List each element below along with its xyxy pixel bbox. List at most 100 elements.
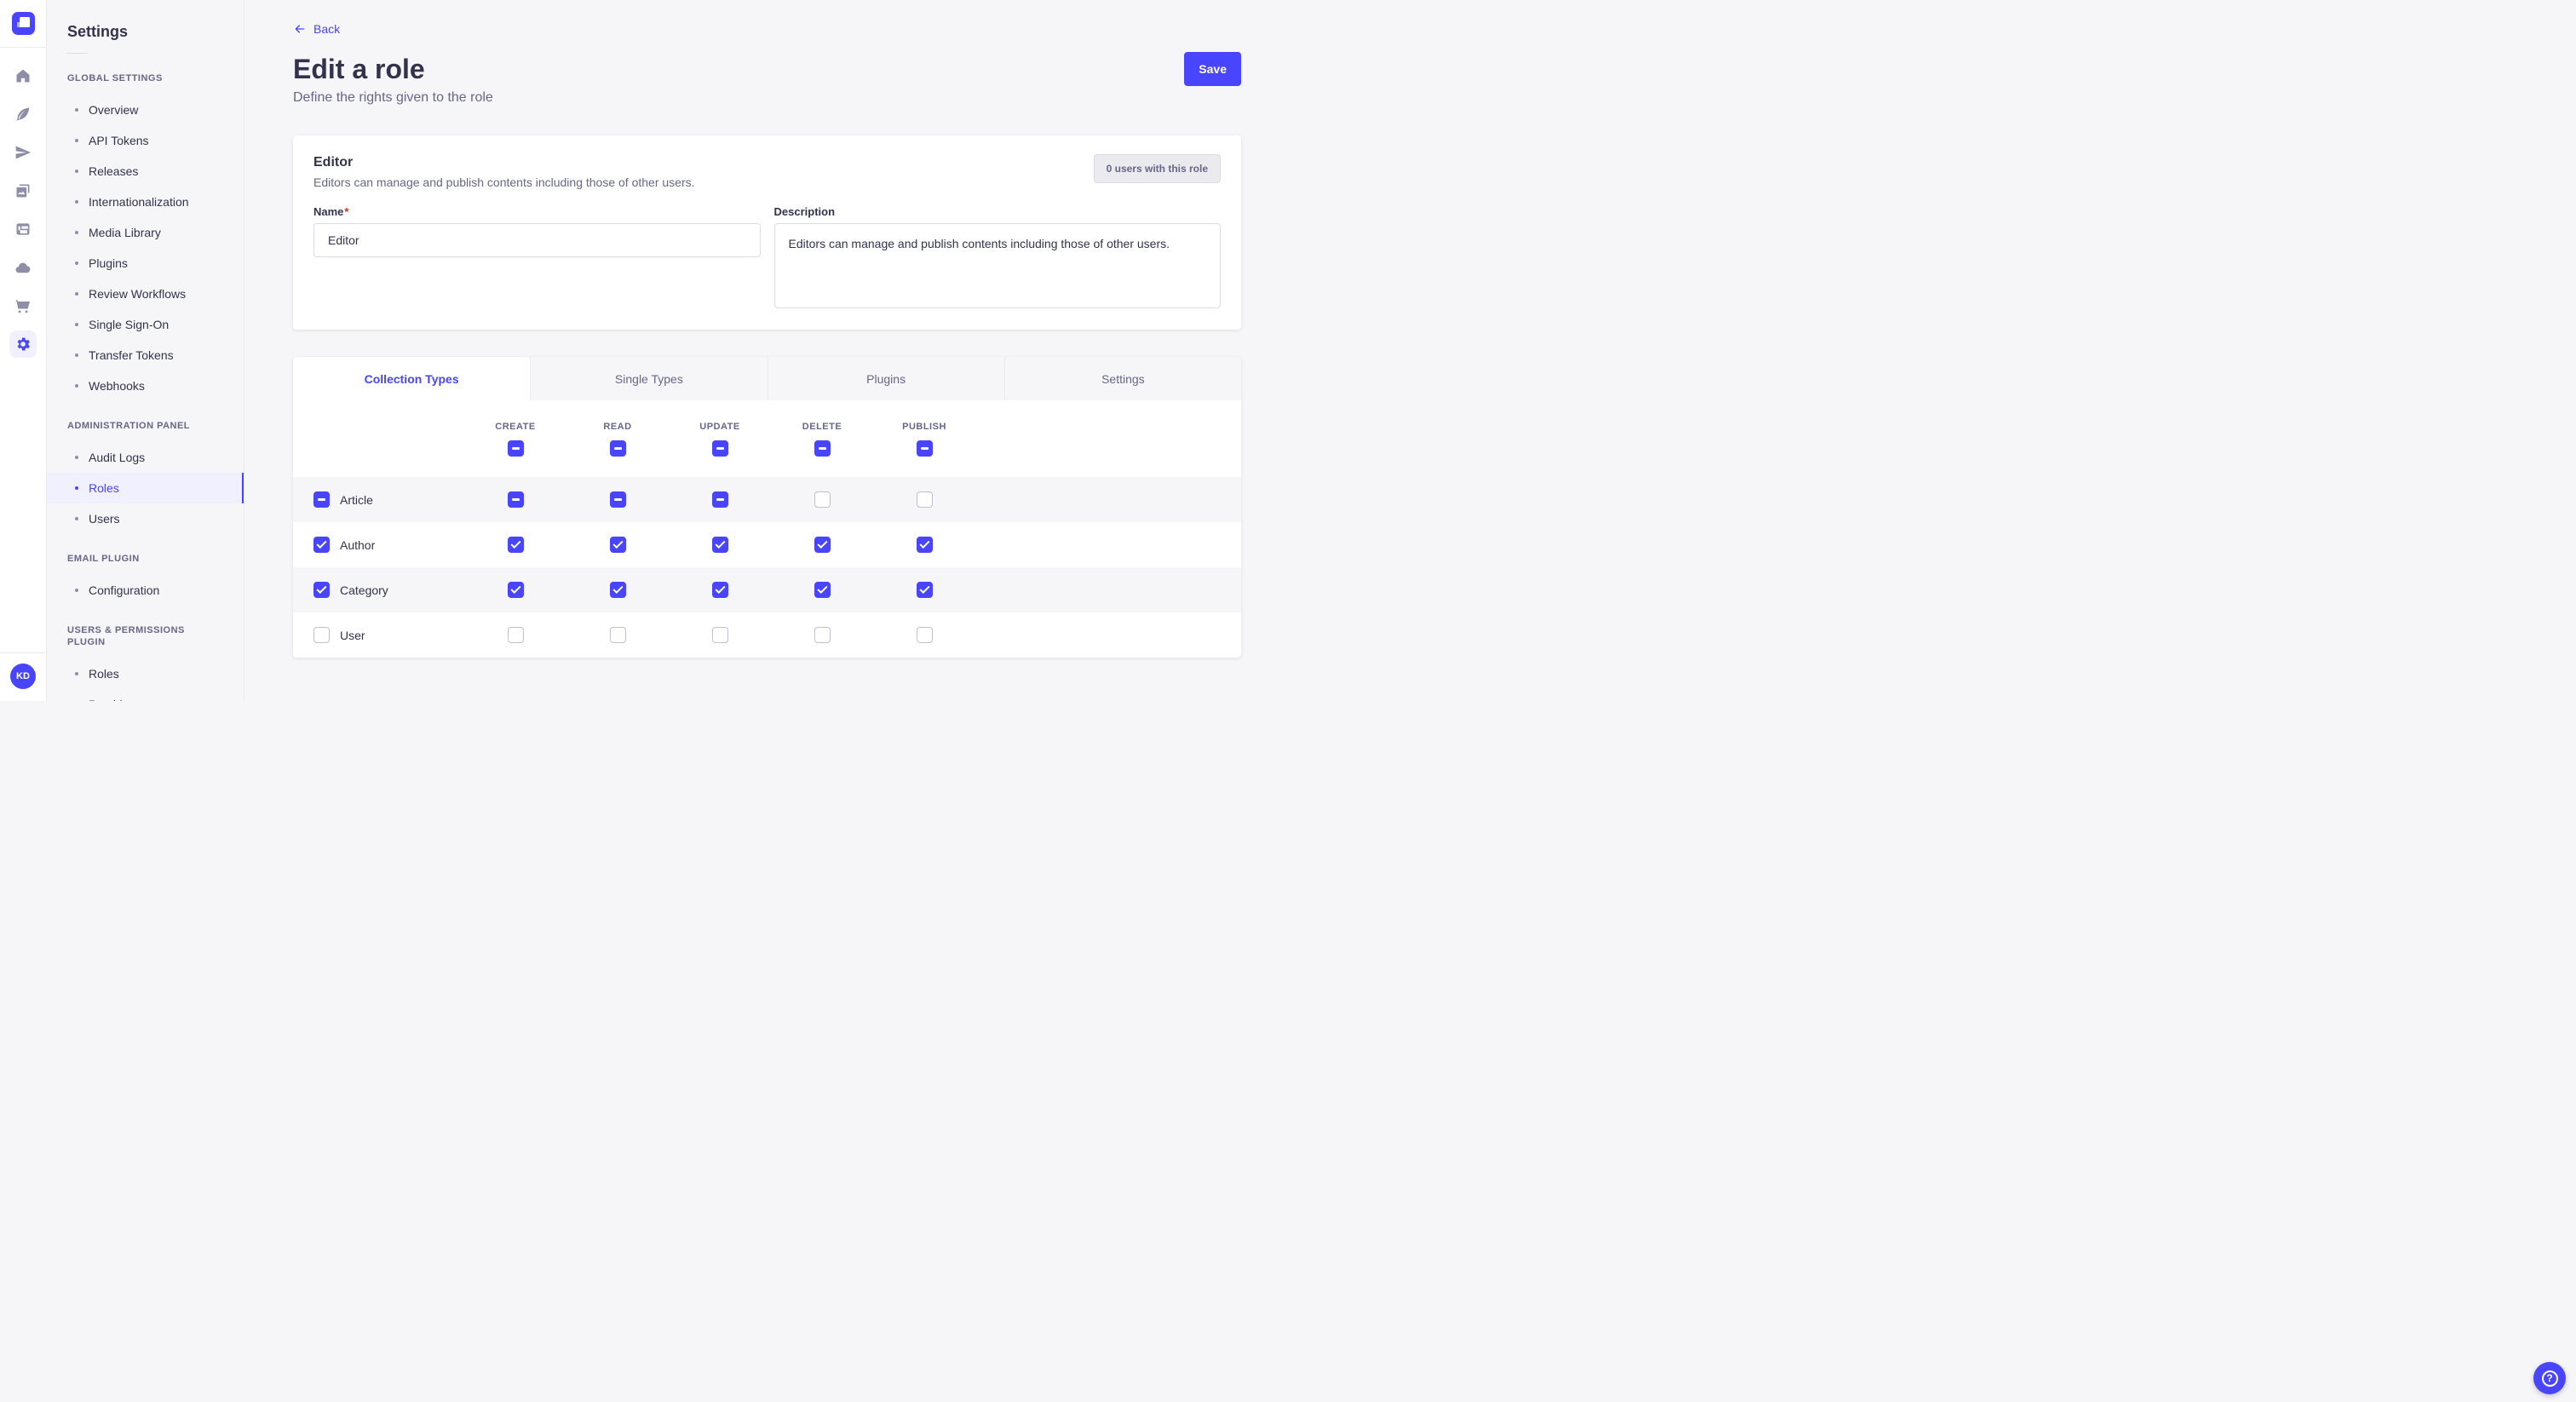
tab-single-types[interactable]: Single Types <box>530 357 767 400</box>
category-read-checkbox[interactable] <box>610 582 626 598</box>
author-read-checkbox[interactable] <box>610 537 626 553</box>
nav-content-manager[interactable] <box>9 101 37 128</box>
tab-plugins[interactable]: Plugins <box>768 357 1004 400</box>
title-underline <box>67 53 88 54</box>
sidebar-item-up-providers[interactable]: Providers <box>47 689 244 701</box>
nav-cloud[interactable] <box>9 254 37 281</box>
author-create-checkbox[interactable] <box>508 537 524 553</box>
nav-content-type-builder[interactable] <box>9 215 37 243</box>
sidebar-item-label: Roles <box>89 667 119 681</box>
user-update-checkbox[interactable] <box>712 627 728 643</box>
user-read-checkbox[interactable] <box>610 627 626 643</box>
nav-releases[interactable] <box>9 139 37 166</box>
sidebar-item-releases[interactable]: Releases <box>47 156 244 187</box>
page-subtitle: Define the rights given to the role <box>293 89 1241 106</box>
save-button[interactable]: Save <box>1184 52 1241 86</box>
rail-divider-bottom <box>0 652 46 653</box>
bullet-icon <box>75 139 78 142</box>
bullet-icon <box>75 384 78 388</box>
sidebar-item-webhooks[interactable]: Webhooks <box>47 371 244 401</box>
author-update-checkbox[interactable] <box>712 537 728 553</box>
user-row-checkbox[interactable] <box>313 627 330 643</box>
sidebar-item-configuration[interactable]: Configuration <box>47 575 244 606</box>
bullet-icon <box>75 456 78 459</box>
permissions-header-row: CREATE READ UPDATE DELETE PUBLISH <box>293 400 1241 477</box>
user-delete-checkbox[interactable] <box>814 627 831 643</box>
email-plugin-list: Configuration <box>47 575 244 606</box>
description-label: Description <box>774 205 1222 218</box>
name-input[interactable] <box>313 223 761 257</box>
strapi-logo[interactable] <box>12 12 35 35</box>
sidebar-item-up-roles[interactable]: Roles <box>47 658 244 689</box>
role-description-text: Editors can manage and publish contents … <box>313 175 695 190</box>
help-button[interactable]: ? <box>2533 1362 2566 1394</box>
sidebar-item-review-workflows[interactable]: Review Workflows <box>47 279 244 309</box>
sidebar-item-label: Single Sign-On <box>89 318 169 331</box>
user-avatar[interactable]: KD <box>10 664 36 689</box>
users-count-badge[interactable]: 0 users with this role <box>1094 154 1221 183</box>
tab-settings[interactable]: Settings <box>1004 357 1241 400</box>
cloud-icon <box>14 259 32 276</box>
article-publish-checkbox[interactable] <box>917 491 933 508</box>
category-delete-checkbox[interactable] <box>814 582 831 598</box>
sidebar-item-api-tokens[interactable]: API Tokens <box>47 125 244 156</box>
bullet-icon <box>75 486 78 490</box>
user-publish-checkbox[interactable] <box>917 627 933 643</box>
sidebar-item-label: Overview <box>89 103 138 117</box>
category-update-checkbox[interactable] <box>712 582 728 598</box>
select-all-create-checkbox[interactable] <box>508 440 524 457</box>
main-content: Back Edit a role Save Define the rights … <box>244 0 1288 701</box>
select-all-read-checkbox[interactable] <box>610 440 626 457</box>
sidebar-item-transfer-tokens[interactable]: Transfer Tokens <box>47 340 244 371</box>
nav-home[interactable] <box>9 62 37 89</box>
section-heading-users-permissions-plugin: USERS & PERMISSIONS PLUGIN <box>67 624 223 648</box>
back-label: Back <box>313 22 340 36</box>
rail-divider-top <box>0 47 46 48</box>
sidebar-item-roles[interactable]: Roles <box>47 473 244 503</box>
table-row-user: User <box>293 612 1241 658</box>
category-row-checkbox[interactable] <box>313 582 330 598</box>
author-publish-checkbox[interactable] <box>917 537 933 553</box>
table-row-author: Author <box>293 522 1241 567</box>
section-heading-administration-panel: ADMINISTRATION PANEL <box>67 420 223 432</box>
description-input[interactable]: Editors can manage and publish contents … <box>774 223 1222 308</box>
author-row-checkbox[interactable] <box>313 537 330 553</box>
category-create-checkbox[interactable] <box>508 582 524 598</box>
bullet-icon <box>75 108 78 112</box>
strapi-logo-mark-fold <box>17 22 22 27</box>
select-all-update-checkbox[interactable] <box>712 440 728 457</box>
tab-collection-types[interactable]: Collection Types <box>293 357 530 400</box>
sidebar-item-overview[interactable]: Overview <box>47 95 244 125</box>
name-label: Name* <box>313 205 761 218</box>
author-delete-checkbox[interactable] <box>814 537 831 553</box>
back-link[interactable]: Back <box>293 22 340 36</box>
article-update-checkbox[interactable] <box>712 491 728 508</box>
layout-icon <box>14 221 32 238</box>
user-create-checkbox[interactable] <box>508 627 524 643</box>
bullet-icon <box>75 231 78 234</box>
column-header-publish: PUBLISH <box>902 422 946 432</box>
category-publish-checkbox[interactable] <box>917 582 933 598</box>
row-label: Category <box>340 583 388 597</box>
article-delete-checkbox[interactable] <box>814 491 831 508</box>
sidebar-item-users[interactable]: Users <box>47 503 244 534</box>
page-title: Edit a role <box>293 52 425 86</box>
bullet-icon <box>75 292 78 296</box>
article-create-checkbox[interactable] <box>508 491 524 508</box>
select-all-publish-checkbox[interactable] <box>917 440 933 457</box>
sidebar-item-internationalization[interactable]: Internationalization <box>47 187 244 217</box>
row-label: Author <box>340 538 375 552</box>
nav-media-library[interactable] <box>9 177 37 204</box>
sidebar-item-audit-logs[interactable]: Audit Logs <box>47 442 244 473</box>
sidebar-item-single-sign-on[interactable]: Single Sign-On <box>47 309 244 340</box>
article-read-checkbox[interactable] <box>610 491 626 508</box>
nav-settings[interactable] <box>9 330 37 358</box>
bullet-icon <box>75 589 78 592</box>
select-all-delete-checkbox[interactable] <box>814 440 831 457</box>
question-mark-icon: ? <box>2542 1370 2558 1387</box>
article-row-checkbox[interactable] <box>313 491 330 508</box>
sidebar-item-media-library[interactable]: Media Library <box>47 217 244 248</box>
home-icon <box>14 67 32 84</box>
sidebar-item-plugins[interactable]: Plugins <box>47 248 244 279</box>
nav-marketplace[interactable] <box>9 292 37 319</box>
